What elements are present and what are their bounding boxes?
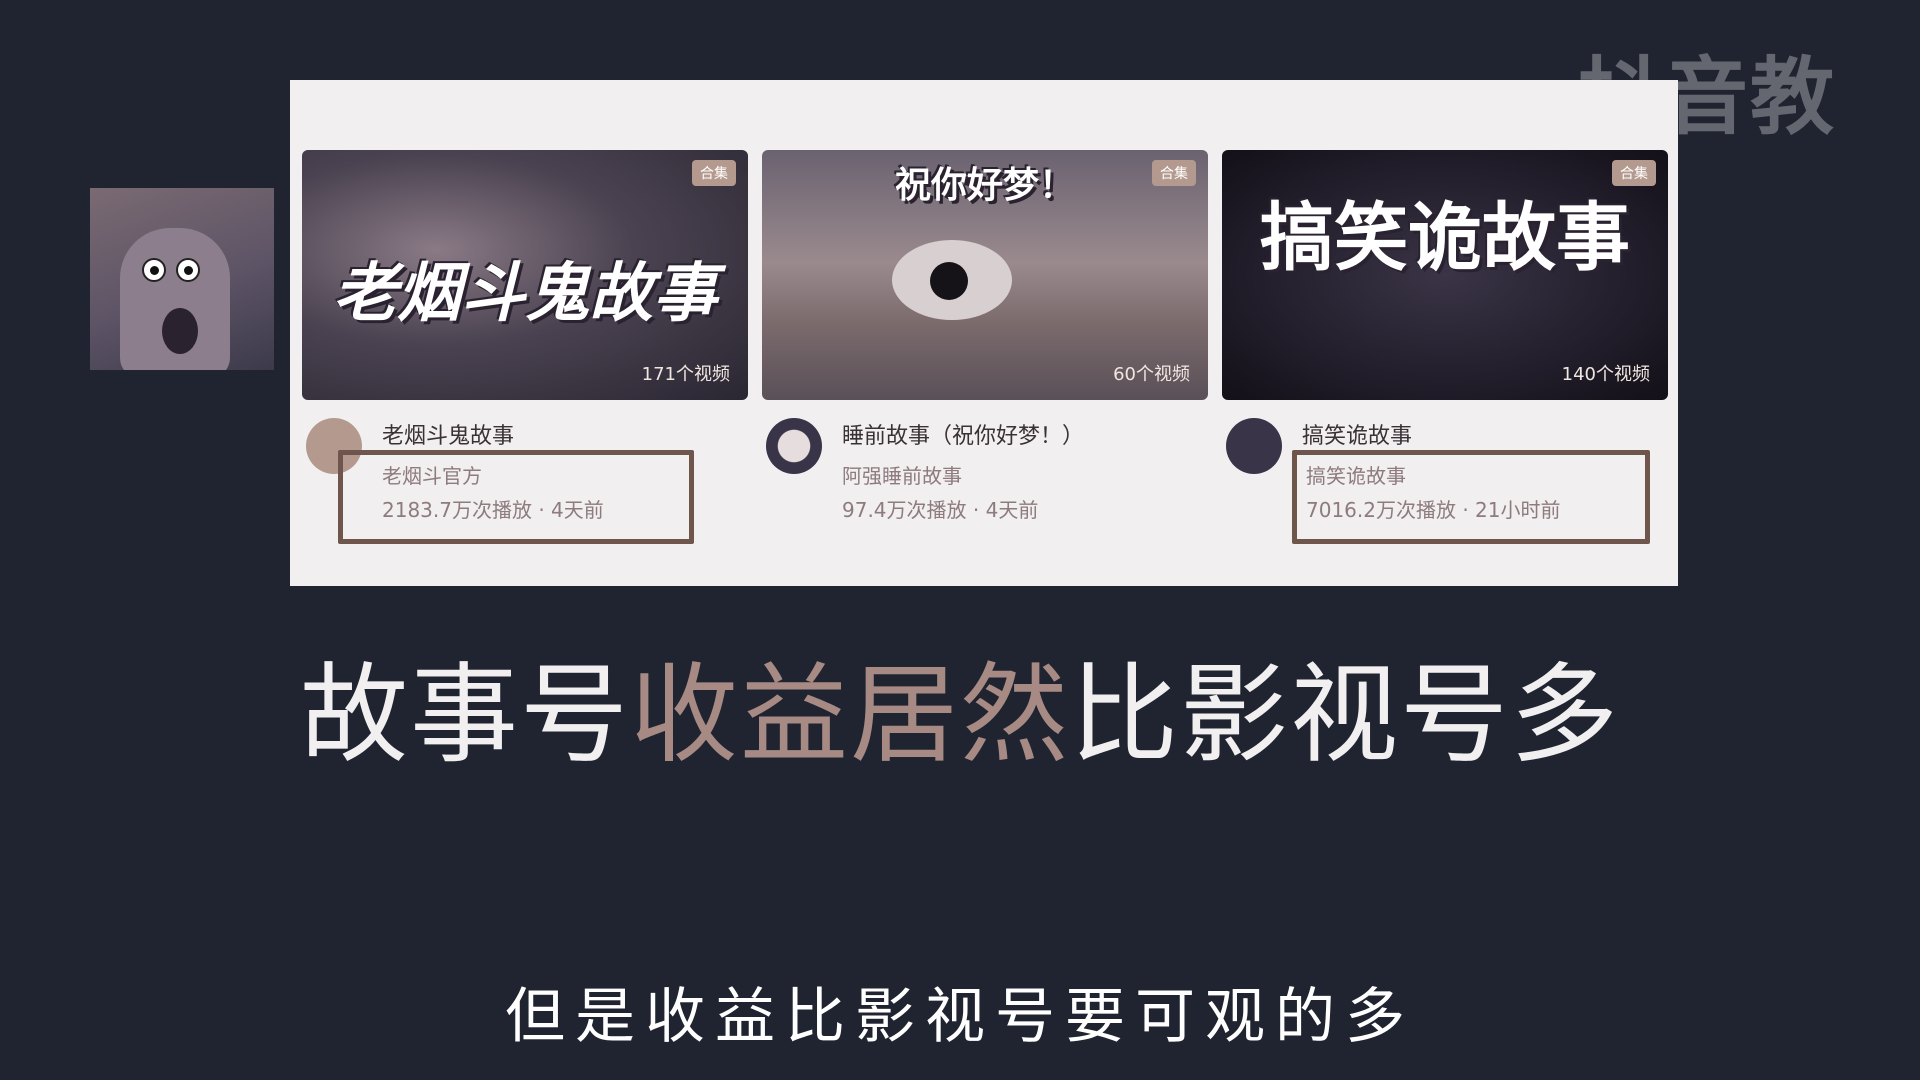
play-stats: 2183.7万次播放 · 4天前 [382, 498, 604, 522]
headline-caption: 故事号收益居然比影视号多 [0, 628, 1920, 784]
collection-title[interactable]: 老烟斗鬼故事 [382, 418, 514, 450]
thumbnail-title: 搞笑诡故事 [1260, 195, 1630, 281]
collection-thumbnail[interactable]: 搞笑诡故事 合集 140个视频 [1222, 150, 1668, 400]
video-count: 140个视频 [1561, 364, 1650, 385]
collection-thumbnail[interactable]: 老烟斗鬼故事 合集 171个视频 [302, 150, 748, 400]
headline-highlight: 收益居然 [629, 653, 1070, 778]
presenter-avatar [90, 188, 274, 370]
video-count: 171个视频 [641, 364, 730, 385]
channel-avatar[interactable] [1226, 418, 1282, 474]
collection-badge: 合集 [692, 160, 736, 186]
collection-card-1[interactable]: 老烟斗鬼故事 合集 171个视频 老烟斗鬼故事 老烟斗官方 2183.7万次播放… [302, 150, 748, 544]
thumbnail-graphic [930, 262, 968, 300]
thumbnail-title: 祝你好梦！ [894, 165, 1075, 206]
channel-name[interactable]: 阿强睡前故事 [842, 460, 962, 489]
eye-icon [142, 258, 166, 282]
collection-card-3[interactable]: 搞笑诡故事 合集 140个视频 搞笑诡故事 搞笑诡故事 7016.2万次播放 ·… [1222, 150, 1668, 544]
channel-name[interactable]: 搞笑诡故事 [1306, 460, 1406, 489]
subtitle-caption: 但是收益比影视号要可观的多 [505, 982, 1415, 1052]
collection-badge: 合集 [1612, 160, 1656, 186]
collection-badge: 合集 [1152, 160, 1196, 186]
play-stats: 97.4万次播放 · 4天前 [842, 498, 1039, 522]
headline-part: 故事号 [299, 653, 630, 778]
eye-icon [176, 258, 200, 282]
collection-thumbnail[interactable]: 祝你好梦！ 合集 60个视频 [762, 150, 1208, 400]
video-count: 60个视频 [1113, 364, 1190, 385]
video-collections-panel: 老烟斗鬼故事 合集 171个视频 老烟斗鬼故事 老烟斗官方 2183.7万次播放… [290, 80, 1678, 586]
collection-title[interactable]: 睡前故事（祝你好梦！） [842, 418, 1084, 450]
channel-name[interactable]: 老烟斗官方 [382, 460, 482, 489]
play-stats: 7016.2万次播放 · 21小时前 [1306, 498, 1561, 522]
thumbnail-title: 老烟斗鬼故事 [333, 257, 717, 331]
headline-part: 比影视号多 [1070, 653, 1621, 778]
mouth-icon [162, 308, 198, 354]
collection-title[interactable]: 搞笑诡故事 [1302, 418, 1412, 450]
channel-avatar[interactable] [766, 418, 822, 474]
collection-card-2[interactable]: 祝你好梦！ 合集 60个视频 睡前故事（祝你好梦！） 阿强睡前故事 97.4万次… [762, 150, 1208, 540]
